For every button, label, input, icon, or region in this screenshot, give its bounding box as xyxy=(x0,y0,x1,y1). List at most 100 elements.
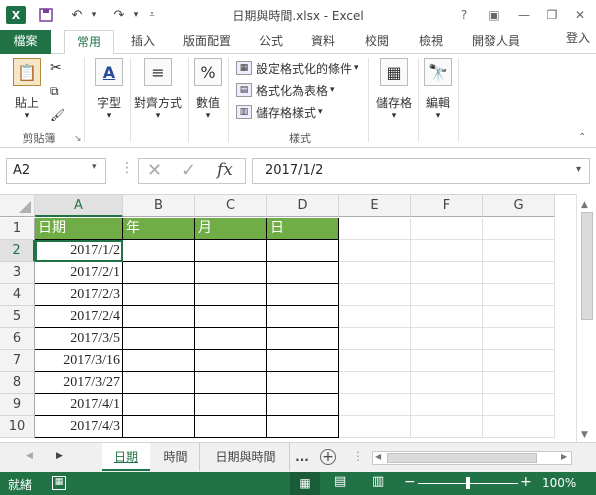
format-as-table-button[interactable]: ▤ 格式化為表格 ▾ xyxy=(236,80,335,100)
cell-b7[interactable] xyxy=(123,350,195,372)
cell-a8[interactable]: 2017/3/27 xyxy=(35,372,123,394)
worksheet-grid[interactable]: ABCDEFG 1 2 3 4 5 6 7 8 9 10 日期年月日 2017/1/2 2017/2/… xyxy=(0,194,576,442)
name-box[interactable]: A2 xyxy=(6,158,106,184)
cell-e7[interactable] xyxy=(339,350,411,372)
help-button[interactable]: ? xyxy=(452,6,476,24)
scroll-thumb[interactable] xyxy=(581,212,593,320)
format-painter-icon[interactable]: 🖌 xyxy=(50,108,65,122)
cell-f5[interactable] xyxy=(411,306,483,328)
cell-f7[interactable] xyxy=(411,350,483,372)
tab-review[interactable]: 校閱 xyxy=(358,30,396,54)
cell-c5[interactable] xyxy=(195,306,267,328)
cell-a4[interactable]: 2017/2/3 xyxy=(35,284,123,306)
cell-a1[interactable]: 日期 xyxy=(35,218,123,240)
scroll-down-icon[interactable]: ▼ xyxy=(581,430,588,440)
cell-e8[interactable] xyxy=(339,372,411,394)
zoom-slider[interactable] xyxy=(418,477,518,489)
tab-view[interactable]: 檢視 xyxy=(412,30,450,54)
page-layout-view-icon[interactable]: ▤ xyxy=(334,474,346,489)
cell-e10[interactable] xyxy=(339,416,411,438)
cell-c7[interactable] xyxy=(195,350,267,372)
cell-a2[interactable]: 2017/1/2 xyxy=(35,240,123,262)
cell-d5[interactable] xyxy=(267,306,339,328)
scroll-right-icon[interactable]: ▶ xyxy=(561,452,567,461)
cell-g10[interactable] xyxy=(483,416,555,438)
cell-styles-button[interactable]: ▥ 儲存格樣式 ▾ xyxy=(236,102,323,122)
cell-d7[interactable] xyxy=(267,350,339,372)
tab-insert[interactable]: 插入 xyxy=(124,30,162,54)
cell-d1[interactable]: 日 xyxy=(267,218,339,240)
cell-d4[interactable] xyxy=(267,284,339,306)
cut-icon[interactable]: ✂ xyxy=(50,60,62,76)
cell-f9[interactable] xyxy=(411,394,483,416)
cell-c6[interactable] xyxy=(195,328,267,350)
horizontal-scroll-thumb[interactable] xyxy=(387,453,537,463)
cell-a7[interactable]: 2017/3/16 xyxy=(35,350,123,372)
cell-b5[interactable] xyxy=(123,306,195,328)
number-button[interactable]: % 數值 ▾ xyxy=(192,58,224,121)
tab-page-layout[interactable]: 版面配置 xyxy=(176,30,238,54)
cell-b4[interactable] xyxy=(123,284,195,306)
tab-developer[interactable]: 開發人員 xyxy=(464,30,528,54)
column-header-e[interactable]: E xyxy=(339,195,411,217)
sign-in-link[interactable]: 登入 xyxy=(560,27,596,51)
paste-button[interactable]: 📋 貼上 ▾ xyxy=(8,58,46,121)
cell-g4[interactable] xyxy=(483,284,555,306)
row-header-3[interactable]: 3 xyxy=(0,262,35,284)
row-header-7[interactable]: 7 xyxy=(0,350,35,372)
alignment-button[interactable]: ≡ 對齊方式 ▾ xyxy=(132,58,184,121)
conditional-formatting-button[interactable]: ▦ 設定格式化的條件 ▾ xyxy=(236,58,359,78)
cell-a9[interactable]: 2017/4/1 xyxy=(35,394,123,416)
minimize-icon[interactable]: — xyxy=(512,6,536,24)
cell-d10[interactable] xyxy=(267,416,339,438)
new-sheet-icon[interactable]: + xyxy=(320,449,336,465)
cell-e2[interactable] xyxy=(339,240,411,262)
expand-formula-bar-icon[interactable]: ▾ xyxy=(576,164,581,175)
cell-c4[interactable] xyxy=(195,284,267,306)
row-header-10[interactable]: 10 xyxy=(0,416,35,438)
name-box-dropdown-icon[interactable]: ▾ xyxy=(92,162,97,172)
cell-g8[interactable] xyxy=(483,372,555,394)
insert-function-icon[interactable]: fx xyxy=(217,160,233,180)
cell-c3[interactable] xyxy=(195,262,267,284)
enter-icon[interactable]: ✓ xyxy=(181,160,196,181)
sheet-tab-time[interactable]: 時間 xyxy=(152,443,200,471)
cell-g7[interactable] xyxy=(483,350,555,372)
cell-d2[interactable] xyxy=(267,240,339,262)
zoom-level[interactable]: 100% xyxy=(542,476,576,490)
row-header-5[interactable]: 5 xyxy=(0,306,35,328)
cell-e4[interactable] xyxy=(339,284,411,306)
cell-b1[interactable]: 年 xyxy=(123,218,195,240)
row-header-8[interactable]: 8 xyxy=(0,372,35,394)
cell-g3[interactable] xyxy=(483,262,555,284)
cell-g1[interactable] xyxy=(483,218,555,240)
close-icon[interactable]: ✕ xyxy=(568,6,592,24)
column-header-g[interactable]: G xyxy=(483,195,555,217)
tab-formulas[interactable]: 公式 xyxy=(252,30,290,54)
cell-a3[interactable]: 2017/2/1 xyxy=(35,262,123,284)
maximize-icon[interactable]: ❐ xyxy=(540,6,564,24)
tab-data[interactable]: 資料 xyxy=(304,30,342,54)
cancel-icon[interactable]: ✕ xyxy=(147,160,162,181)
cell-d8[interactable] xyxy=(267,372,339,394)
formula-input[interactable]: 2017/1/2 xyxy=(252,158,590,184)
cell-e3[interactable] xyxy=(339,262,411,284)
cell-f3[interactable] xyxy=(411,262,483,284)
cell-e1[interactable] xyxy=(339,218,411,240)
horizontal-scrollbar[interactable]: ◀ ▶ xyxy=(372,451,572,465)
cell-f8[interactable] xyxy=(411,372,483,394)
column-header-b[interactable]: B xyxy=(123,195,195,217)
column-header-c[interactable]: C xyxy=(195,195,267,217)
tab-file[interactable]: 檔案 xyxy=(0,30,51,54)
column-header-d[interactable]: D xyxy=(267,195,339,217)
column-header-a[interactable]: A xyxy=(35,195,123,217)
tab-split-grip-icon[interactable]: ⋮ xyxy=(352,449,364,463)
select-all-corner[interactable] xyxy=(0,195,35,217)
cell-g2[interactable] xyxy=(483,240,555,262)
tab-home[interactable]: 常用 xyxy=(64,30,114,55)
cell-b8[interactable] xyxy=(123,372,195,394)
cell-c8[interactable] xyxy=(195,372,267,394)
zoom-in-icon[interactable]: + xyxy=(520,474,532,490)
sheet-tab-dates[interactable]: 日期 xyxy=(102,443,150,471)
zoom-slider-thumb[interactable] xyxy=(466,477,470,489)
